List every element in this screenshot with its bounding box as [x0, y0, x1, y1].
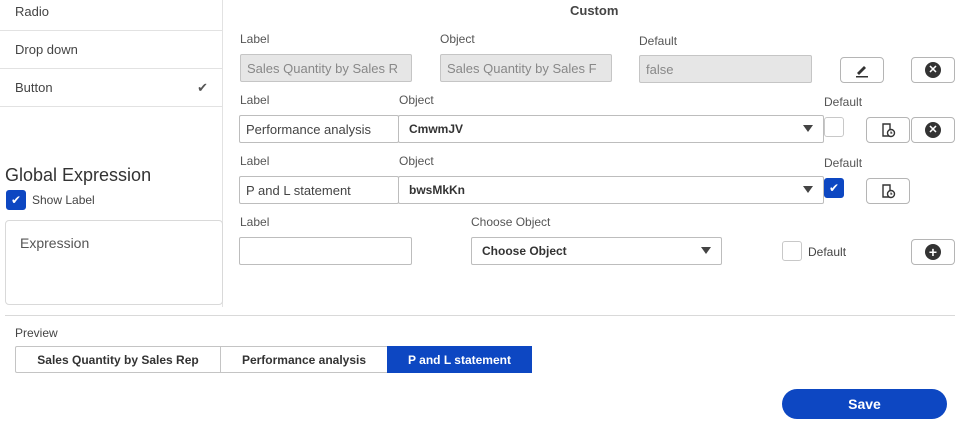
expression-input[interactable]: Expression — [5, 220, 223, 305]
object-select-value: CmwmJV — [409, 122, 464, 136]
remove-row-button[interactable]: ✕ — [911, 117, 955, 143]
sidebar-item-button[interactable]: Button ✔ — [0, 69, 222, 107]
label-field[interactable]: Performance analysis — [239, 115, 399, 143]
sidebar-item-dropdown[interactable]: Drop down — [0, 31, 222, 69]
close-icon: ✕ — [925, 62, 941, 78]
check-icon: ✔ — [828, 181, 840, 195]
chevron-down-icon — [803, 186, 813, 193]
default-caption: Default — [808, 245, 847, 259]
global-expression-title: Global Expression — [5, 165, 152, 185]
preview-divider — [5, 315, 955, 316]
preview-row-button[interactable] — [866, 178, 910, 204]
plus-icon: + — [925, 244, 941, 260]
default-caption: Default — [639, 34, 678, 48]
object-caption: Object — [440, 32, 475, 46]
choose-object-caption: Choose Object — [471, 215, 551, 229]
choose-object-value: Choose Object — [482, 244, 567, 258]
sidebar-item-label: Button — [15, 80, 53, 95]
check-icon: ✔ — [197, 79, 208, 95]
edit-button[interactable] — [840, 57, 884, 83]
save-button[interactable]: Save — [782, 389, 947, 419]
preview-row-button[interactable] — [866, 117, 910, 143]
label-field: Sales Quantity by Sales R — [240, 54, 412, 82]
preview-tabs: Sales Quantity by Sales Rep Performance … — [15, 346, 532, 373]
default-caption: Default — [824, 156, 863, 170]
label-caption: Label — [240, 32, 270, 46]
object-select[interactable]: bwsMkKn — [398, 176, 824, 204]
expression-placeholder: Expression — [20, 235, 90, 251]
label-caption: Label — [240, 154, 270, 168]
label-caption: Label — [240, 215, 270, 229]
pencil-icon — [856, 66, 868, 78]
chevron-down-icon — [803, 125, 813, 132]
default-checkbox[interactable] — [824, 117, 844, 137]
preview-tab-p-and-l-statement[interactable]: P and L statement — [387, 346, 532, 373]
document-clock-icon — [882, 184, 896, 199]
object-caption: Object — [399, 154, 434, 168]
object-caption: Object — [399, 93, 434, 107]
default-caption: Default — [824, 95, 863, 109]
close-icon: ✕ — [925, 122, 941, 138]
document-clock-icon — [882, 123, 896, 138]
remove-row-button[interactable]: ✕ — [911, 57, 955, 83]
show-label-text: Show Label — [32, 193, 95, 207]
preview-label: Preview — [15, 326, 58, 340]
sidebar-item-radio[interactable]: Radio — [0, 0, 222, 31]
chevron-down-icon — [701, 247, 711, 254]
custom-heading: Custom — [570, 3, 619, 18]
sidebar-item-label: Radio — [15, 4, 49, 19]
new-default-checkbox[interactable] — [782, 241, 802, 261]
object-field: Sales Quantity by Sales F — [440, 54, 612, 82]
show-label-checkbox[interactable]: ✔ — [6, 190, 26, 210]
check-icon: ✔ — [10, 193, 22, 207]
object-select-value: bwsMkKn — [409, 183, 466, 197]
default-field: false — [639, 55, 812, 83]
preview-tab-sales-quantity[interactable]: Sales Quantity by Sales Rep — [15, 346, 221, 373]
add-row-button[interactable]: + — [911, 239, 955, 265]
label-caption: Label — [240, 93, 270, 107]
default-checkbox[interactable]: ✔ — [824, 178, 844, 198]
new-label-input[interactable] — [239, 237, 412, 265]
object-select[interactable]: CmwmJV — [398, 115, 824, 143]
label-field[interactable]: P and L statement — [239, 176, 399, 204]
choose-object-select[interactable]: Choose Object — [471, 237, 722, 265]
preview-tab-performance-analysis[interactable]: Performance analysis — [220, 346, 388, 373]
sidebar-item-label: Drop down — [15, 42, 78, 57]
